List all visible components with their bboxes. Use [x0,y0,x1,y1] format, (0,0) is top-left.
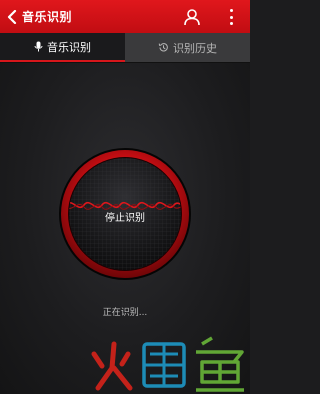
tab-bar: 音乐识别 识别历史 [0,33,250,63]
tab-music-recognition[interactable]: 音乐识别 [0,33,125,62]
stop-recognition-label: 停止识别 [105,213,145,224]
tab-label: 识别历史 [173,41,217,55]
title-bar: 音乐识别 [0,0,250,33]
microphone-icon [34,41,43,52]
page-title: 音乐识别 [22,10,73,24]
history-icon [158,43,168,52]
status-text: 正在识别... [102,308,148,318]
tab-label: 音乐识别 [47,40,91,54]
back-chevron-icon[interactable] [2,0,22,33]
more-vertical-icon[interactable] [226,7,236,27]
user-icon[interactable] [182,7,202,27]
watermark-logo [84,322,250,394]
tab-recognition-history[interactable]: 识别历史 [125,33,250,62]
